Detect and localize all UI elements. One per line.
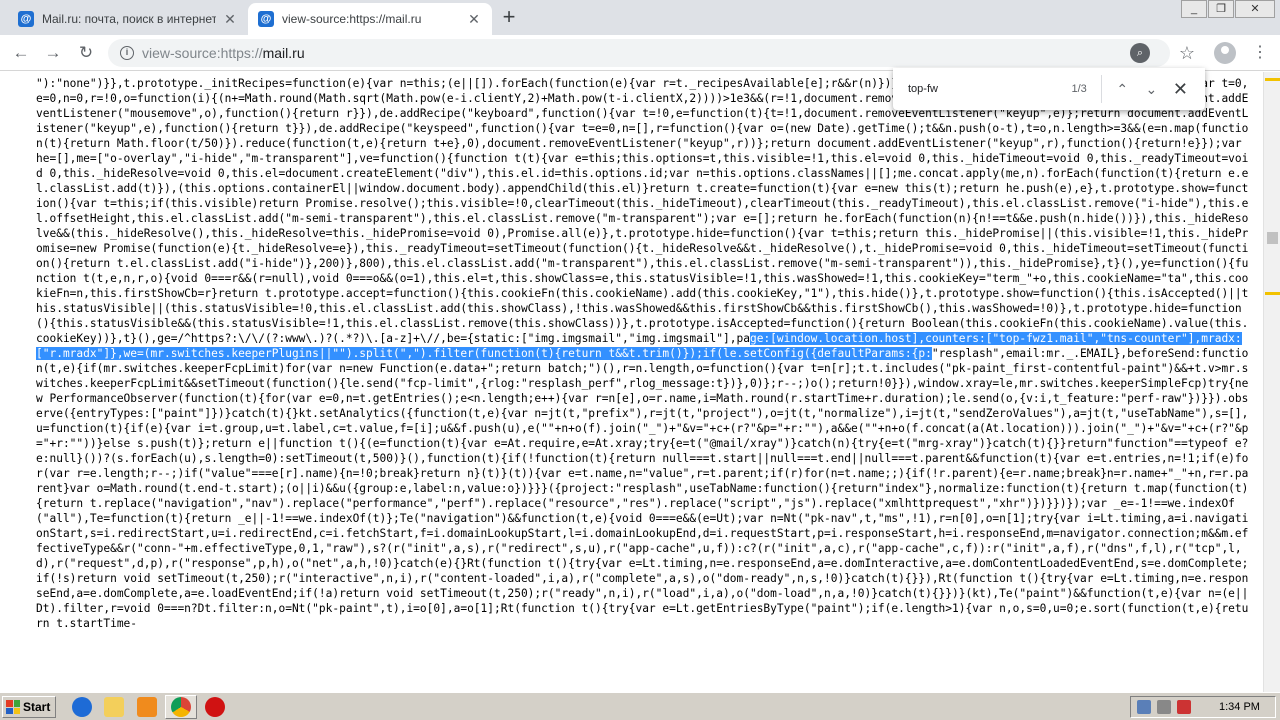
url-host: mail.ru (262, 45, 305, 61)
windows-logo-icon (6, 700, 20, 714)
forward-arrow-icon[interactable]: → (41, 41, 65, 65)
system-tray: 1:34 PM (1130, 696, 1276, 718)
find-match-marker (1265, 78, 1280, 81)
find-match-count: 1/3 (1071, 83, 1087, 95)
source-code: "):"none")}},t.prototype._initRecipes=fu… (36, 76, 1255, 631)
scrollbar-thumb[interactable] (1267, 232, 1278, 244)
find-previous-icon[interactable]: ⌃ (1108, 74, 1137, 104)
volume-icon[interactable] (1157, 700, 1171, 714)
reload-icon[interactable]: ↻ (74, 41, 98, 65)
tab-strip: @ Mail.ru: почта, поиск в интернете, нов… (0, 0, 1280, 35)
stop-icon[interactable] (205, 697, 225, 717)
chrome-icon[interactable] (171, 697, 191, 717)
find-match-marker (1265, 292, 1280, 295)
find-close-icon[interactable]: ✕ (1166, 74, 1195, 104)
menu-icon[interactable]: ⋮ (1252, 41, 1268, 65)
media-player-icon[interactable] (137, 697, 157, 717)
star-icon[interactable]: ☆ (1176, 41, 1198, 65)
url-scheme: view-source:https:// (142, 45, 263, 61)
new-tab-icon[interactable]: + (498, 6, 520, 29)
avatar[interactable] (1214, 42, 1236, 64)
start-label: Start (23, 700, 51, 714)
tab-title: Mail.ru: почта, поиск в интернете, новос… (42, 12, 216, 26)
tab-title: view-source:https://mail.ru (282, 12, 422, 26)
minimize-window-icon[interactable]: _ (1181, 0, 1207, 18)
mail-ru-favicon-icon: @ (258, 11, 274, 27)
folder-icon[interactable] (104, 697, 124, 717)
network-icon[interactable] (1137, 700, 1151, 714)
lens-icon[interactable]: ⌕ (1130, 43, 1150, 63)
tab-close-icon[interactable]: ✕ (466, 11, 482, 27)
find-next-icon[interactable]: ⌄ (1137, 74, 1166, 104)
security-icon[interactable] (1177, 700, 1191, 714)
find-divider (1100, 75, 1102, 103)
source-text: "):"none")}},t.prototype._initRecipes=fu… (36, 77, 1249, 345)
vertical-scrollbar[interactable] (1263, 72, 1280, 692)
tab-view-source[interactable]: @ view-source:https://mail.ru ✕ (248, 3, 492, 35)
source-text: "resplash",email:mr._.EMAIL},beforeSend:… (36, 347, 1249, 630)
internet-explorer-icon[interactable] (72, 697, 92, 717)
address-bar[interactable]: i view-source:https://mail.ru ⌕ (108, 39, 1170, 67)
browser-toolbar: ← → ↻ i view-source:https://mail.ru ⌕ ☆ … (0, 35, 1280, 71)
find-bar: 1/3 ⌃ ⌄ ✕ (893, 68, 1205, 110)
back-arrow-icon[interactable]: ← (9, 41, 33, 65)
tab-mail[interactable]: @ Mail.ru: почта, поиск в интернете, нов… (8, 3, 248, 35)
taskbar: Start 1:34 PM (0, 692, 1280, 720)
close-window-icon[interactable]: ✕ (1235, 0, 1275, 18)
page-source-view[interactable]: "):"none")}},t.prototype._initRecipes=fu… (0, 72, 1263, 692)
mail-ru-favicon-icon: @ (18, 11, 34, 27)
find-input[interactable] (908, 83, 1048, 95)
start-button[interactable]: Start (2, 696, 56, 718)
maximize-window-icon[interactable]: ❐ (1208, 0, 1234, 18)
info-icon[interactable]: i (120, 46, 134, 60)
clock: 1:34 PM (1219, 701, 1260, 713)
tab-close-icon[interactable]: ✕ (222, 11, 238, 27)
